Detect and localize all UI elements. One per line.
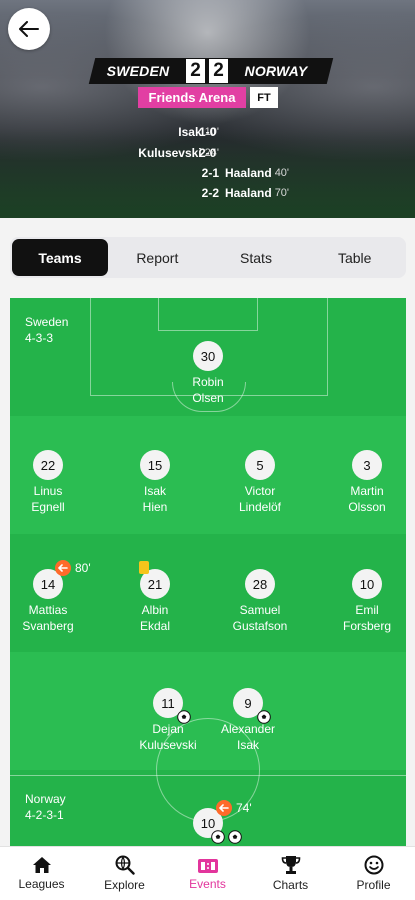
substitution-off-icon [216,800,232,816]
match-status-badge: FT [250,87,278,108]
match-tabs: Teams Report Stats Table [10,237,406,278]
home-team-label: Sweden 4-3-3 [25,314,68,346]
player-number: 22 [33,450,63,480]
goal-tally: 2-1 [201,166,219,180]
nav-explore[interactable]: Explore [83,847,166,900]
tab-table[interactable]: Table [305,239,404,276]
player-name: Linus Egnell [31,484,65,514]
home-score: 2 [186,59,205,83]
search-globe-icon [115,855,135,875]
player-number: 5 [245,450,275,480]
player-card[interactable]: 15 Isak Hien [110,450,200,515]
nav-profile[interactable]: Profile [332,847,415,900]
goal-scorer: Haaland [225,166,272,180]
goal-minute: 40' [274,167,290,179]
away-team-label: Norway 4-2-3-1 [25,791,66,823]
goal-event: Haaland 40' [225,165,289,181]
trophy-icon [281,856,300,874]
lineup-pitch: Sweden 4-3-3 Norway 4-2-3-1 30 Robin Olse… [10,298,406,846]
away-formation: 4-2-3-1 [25,808,64,822]
yellow-card-icon [139,561,149,574]
goal-tally: 2-0 [199,146,217,160]
goal-scorer: Kulusevski [138,146,202,160]
substitution-off-icon [55,560,71,576]
player-name: Robin Olsen [192,375,224,405]
goal-tally: 1-0 [199,125,217,139]
goal-ball-icon [211,830,225,844]
match-header: SWEDEN 2 2 NORWAY Friends Arena FT Isak … [0,0,415,218]
away-score: 2 [209,59,228,83]
away-team-name: NORWAY [244,63,308,79]
goal-minute: 70' [274,187,290,199]
player-name: Samuel Gustafson [232,603,288,633]
away-team-name: Norway [25,792,66,806]
goal-event: Haaland 70' [225,185,289,201]
player-number: 10 [352,569,382,599]
player-number: 3 [352,450,382,480]
player-name: Victor Lindelöf [238,484,282,514]
scoreboard-icon [197,859,218,873]
player-number: 28 [245,569,275,599]
goal-tally: 2-2 [201,186,219,200]
player-card[interactable]: 11 Dejan Kulusevski [123,688,213,753]
player-number: 30 [193,341,223,371]
venue-label: Friends Arena [138,87,246,108]
player-card[interactable]: 10 Emil Forsberg [322,569,406,634]
back-button[interactable] [8,8,50,50]
player-card[interactable]: 30 Robin Olsen [163,341,253,406]
player-card[interactable]: 21 Albin Ekdal [110,569,200,634]
player-card[interactable]: 28 Samuel Gustafson [215,569,305,634]
substitution-minute: 80' [75,561,91,575]
home-team-name: SWEDEN [106,63,170,79]
bottom-navigation: Leagues Explore Events Charts Profile [0,846,415,900]
smiley-icon [364,855,383,875]
goal-scorer: Haaland [225,186,272,200]
nav-charts[interactable]: Charts [249,847,332,900]
tab-stats[interactable]: Stats [207,239,306,276]
player-number: 15 [140,450,170,480]
nav-leagues[interactable]: Leagues [0,847,83,900]
player-card[interactable]: 9 Alexander Isak [203,688,293,753]
goal-ball-icon [177,710,191,724]
player-card[interactable]: 14 Mattias Svanberg [10,569,93,634]
player-card[interactable]: 3 Martin Olsson [322,450,406,515]
scoreboard: SWEDEN 2 2 NORWAY [92,58,330,84]
player-name: Alexander Isak [220,722,276,752]
tab-report[interactable]: Report [108,239,207,276]
player-card[interactable]: 5 Victor Lindelöf [215,450,305,515]
player-name: Emil Forsberg [342,603,392,633]
player-name: Dejan Kulusevski [139,722,197,752]
arrow-left-icon [19,21,39,37]
goal-ball-icon [257,710,271,724]
goal-ball-icon [228,830,242,844]
home-icon [32,857,51,873]
nav-events[interactable]: Events [166,847,249,900]
player-name: Isak Hien [142,484,168,514]
player-name: Albin Ekdal [139,603,171,633]
player-name: Martin Olsson [348,484,386,514]
player-name: Mattias Svanberg [22,603,74,633]
tab-teams[interactable]: Teams [12,239,108,276]
player-card[interactable]: 22 Linus Egnell [10,450,93,515]
home-formation: 4-3-3 [25,331,54,345]
home-team-name: Sweden [25,315,69,329]
substitution-minute: 74' [236,801,252,815]
goal-box-top [158,298,258,331]
